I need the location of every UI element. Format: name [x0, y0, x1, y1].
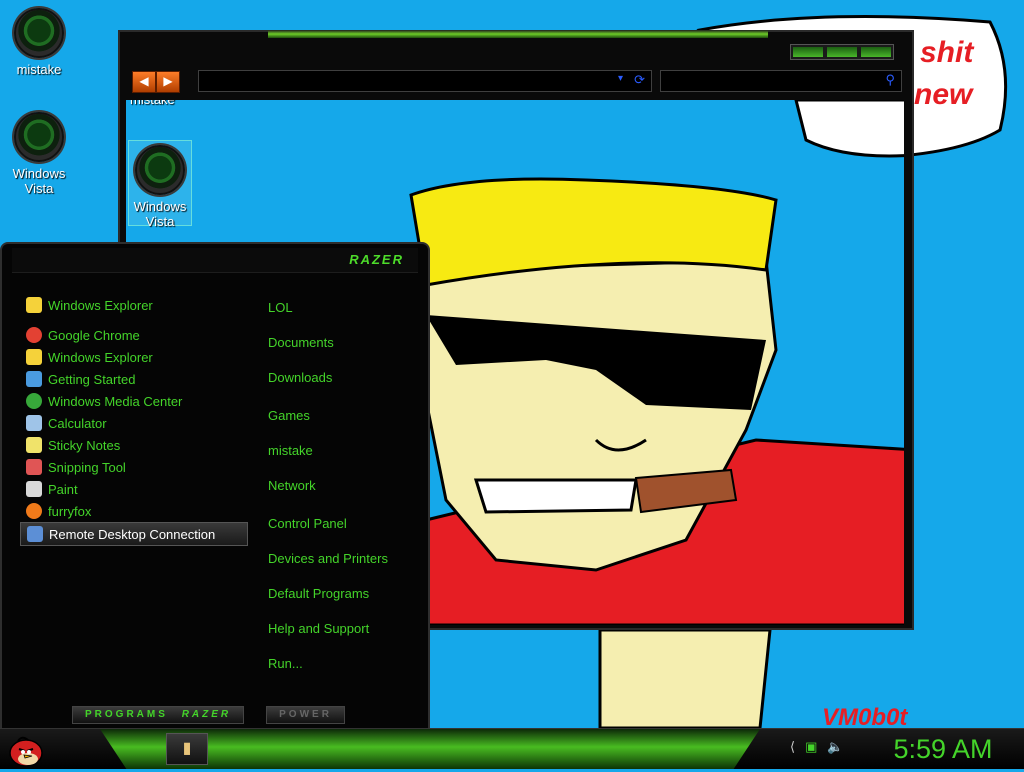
program-item-getting-started[interactable]: Getting Started: [20, 368, 248, 390]
link-run[interactable]: Run...: [268, 656, 303, 671]
program-item-paint[interactable]: Paint: [20, 478, 248, 500]
chrome-icon: [26, 327, 42, 343]
volume-icon[interactable]: 🔈: [827, 739, 843, 755]
green-orb-icon: [14, 8, 64, 58]
start-button[interactable]: [4, 731, 46, 767]
sticky-notes-icon: [26, 437, 42, 453]
start-menu-programs: Windows Explorer Google Chrome Windows E…: [20, 294, 248, 546]
forward-button[interactable]: ▶: [156, 71, 180, 93]
program-label: Google Chrome: [48, 327, 140, 343]
back-button[interactable]: ◀: [132, 71, 156, 93]
program-label: Calculator: [48, 415, 107, 431]
program-label: Sticky Notes: [48, 437, 121, 453]
program-label: Paint: [48, 481, 78, 497]
program-item-furryfox[interactable]: furryfox: [20, 500, 248, 522]
recycle-bin-icon: [135, 145, 185, 195]
program-item-windows-explorer[interactable]: Windows Explorer: [20, 346, 248, 368]
all-programs-button[interactable]: PROGRAMS RAZER: [72, 706, 245, 724]
link-network[interactable]: Network: [268, 478, 316, 493]
recycle-bin-icon: [14, 112, 64, 162]
remote-desktop-icon: [27, 526, 43, 542]
maximize-button[interactable]: [827, 47, 857, 57]
taskbar-explorer-button[interactable]: ▮: [166, 733, 208, 765]
selected-icon-label: Windows Vista: [133, 199, 187, 229]
getting-started-icon: [26, 371, 42, 387]
arrow-icon[interactable]: ⟨: [790, 739, 795, 755]
angry-bird-icon: [9, 736, 43, 767]
program-label: Snipping Tool: [48, 459, 126, 475]
program-item-media-center[interactable]: Windows Media Center: [20, 390, 248, 412]
program-item-chrome[interactable]: Google Chrome: [20, 324, 248, 346]
window-controls[interactable]: [790, 44, 894, 60]
clock[interactable]: 5:59 AM: [868, 733, 1018, 765]
title-accent-bar: [268, 30, 768, 38]
desktop-icon-label: mistake: [16, 62, 62, 77]
power-button[interactable]: POWER: [266, 706, 345, 724]
link-devices-printers[interactable]: Devices and Printers: [268, 551, 388, 566]
program-item-sticky-notes[interactable]: Sticky Notes: [20, 434, 248, 456]
desktop-icon-label: Windows Vista: [12, 166, 66, 196]
start-menu-header: RAZER: [12, 248, 418, 273]
firefox-icon: [26, 503, 42, 519]
link-mistake[interactable]: mistake: [268, 443, 313, 458]
close-button[interactable]: [861, 47, 891, 57]
taskbar: ▮ ⟨ ▣ 🔈 5:59 AM: [0, 728, 1024, 769]
network-icon[interactable]: ▣: [805, 739, 817, 755]
folder-icon: [26, 297, 42, 313]
pinned-item[interactable]: Windows Explorer: [20, 294, 248, 316]
link-default-programs[interactable]: Default Programs: [268, 586, 369, 601]
search-input[interactable]: ⚲: [660, 70, 902, 92]
program-item-calculator[interactable]: Calculator: [20, 412, 248, 434]
minimize-button[interactable]: [793, 47, 823, 57]
power-label: POWER: [279, 709, 332, 720]
program-label: Remote Desktop Connection: [49, 526, 216, 542]
desktop-icon-windows-vista[interactable]: Windows Vista: [1, 112, 77, 196]
refresh-icon[interactable]: ⟳: [634, 72, 645, 88]
speech-bubble-text-2: new: [914, 78, 973, 111]
link-games[interactable]: Games: [268, 408, 310, 423]
link-control-panel[interactable]: Control Panel: [268, 516, 347, 531]
explorer-icon: ▮: [182, 740, 192, 757]
link-lol[interactable]: LOL: [268, 300, 293, 315]
pinned-item-label: Windows Explorer: [48, 297, 153, 313]
search-icon[interactable]: ⚲: [885, 72, 895, 88]
program-label: Getting Started: [48, 371, 136, 387]
link-help-support[interactable]: Help and Support: [268, 621, 369, 636]
program-label: Windows Explorer: [48, 349, 153, 365]
link-downloads[interactable]: Downloads: [268, 370, 332, 385]
programs-label: PROGRAMS: [85, 709, 168, 720]
razer-logo: RAZER: [349, 252, 404, 267]
partial-label: mistake: [130, 100, 175, 107]
program-label: Windows Media Center: [48, 393, 183, 409]
speech-bubble-text-1: shit: [920, 36, 974, 69]
address-dropdown-icon[interactable]: ▾: [618, 73, 623, 84]
address-bar[interactable]: ▾ ⟳: [198, 70, 652, 92]
program-item-snipping-tool[interactable]: Snipping Tool: [20, 456, 248, 478]
folder-icon: [26, 349, 42, 365]
start-menu: RAZER Windows Explorer Google Chrome Win…: [0, 242, 430, 730]
link-documents[interactable]: Documents: [268, 335, 334, 350]
selected-icon-windows-vista[interactable]: Windows Vista: [128, 140, 192, 229]
snipping-tool-icon: [26, 459, 42, 475]
program-label: furryfox: [48, 503, 92, 519]
program-item-remote-desktop[interactable]: Remote Desktop Connection: [20, 522, 248, 546]
desktop-icon-mistake[interactable]: mistake: [1, 8, 77, 77]
programs-brand: RAZER: [181, 709, 232, 720]
calculator-icon: [26, 415, 42, 431]
start-menu-footer: PROGRAMS RAZER POWER: [72, 706, 345, 724]
media-center-icon: [26, 393, 42, 409]
system-tray: ⟨ ▣ 🔈: [790, 739, 844, 755]
paint-icon: [26, 481, 42, 497]
